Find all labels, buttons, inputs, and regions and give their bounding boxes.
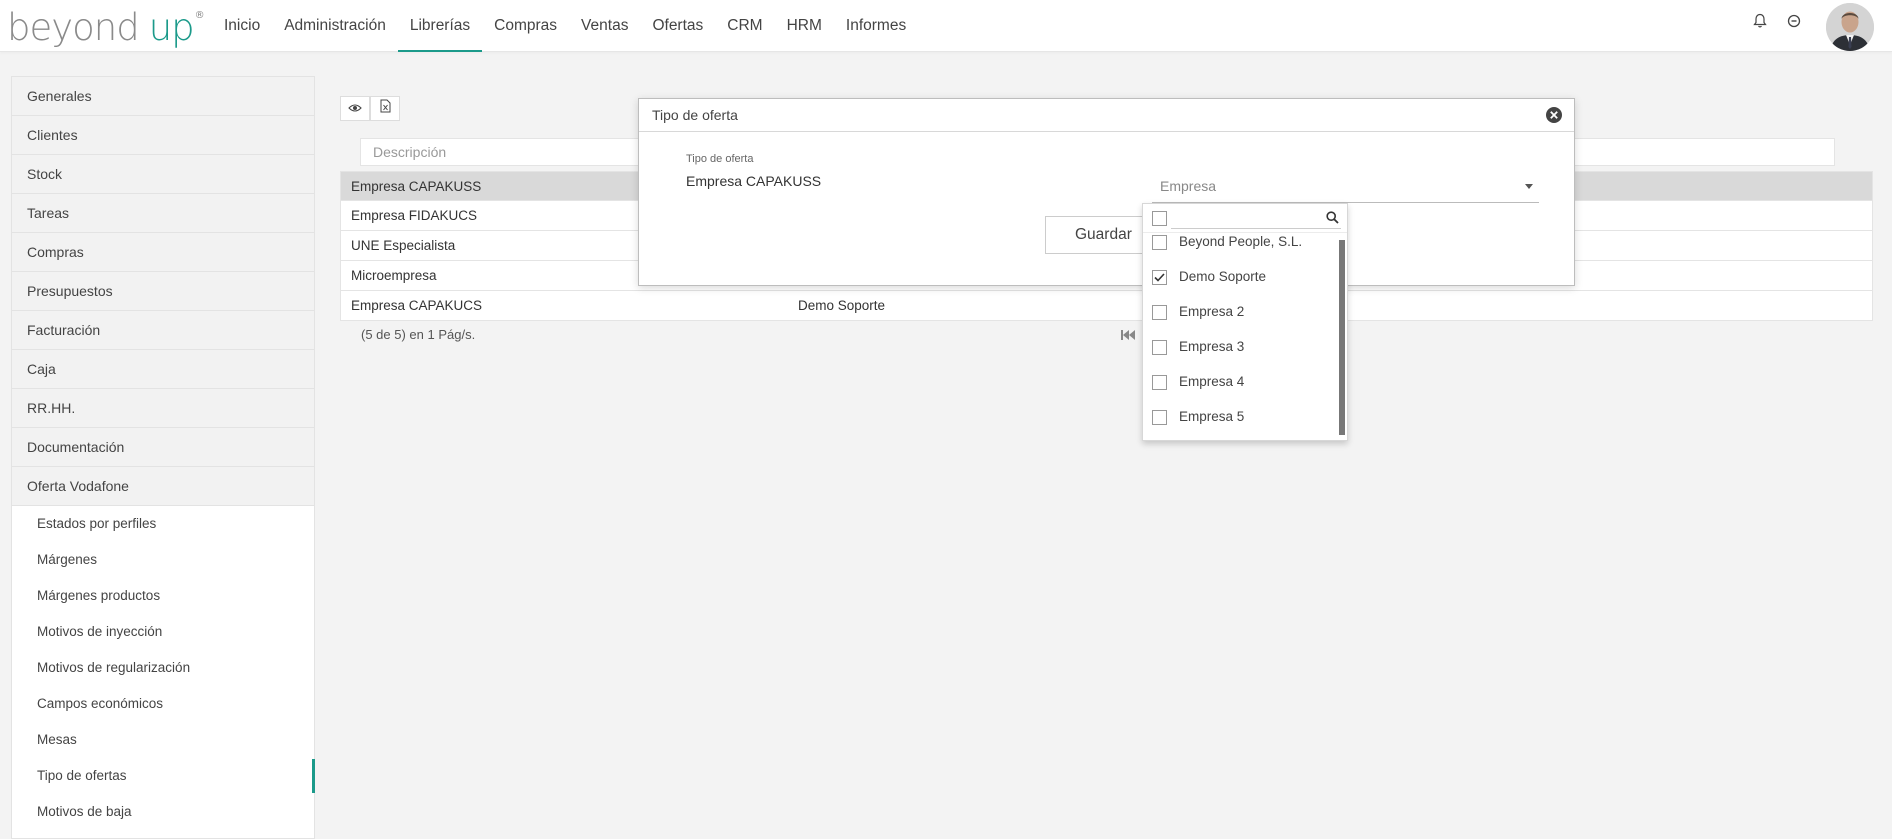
sidebar-subitem-tipo-de-ofertas[interactable]: Tipo de ofertas <box>12 758 315 794</box>
list-item[interactable]: Empresa 4 <box>1143 365 1339 400</box>
export-excel-button[interactable] <box>370 96 400 121</box>
list-item[interactable]: Empresa 5 <box>1143 400 1339 435</box>
list-item[interactable]: Empresa 3 <box>1143 330 1339 365</box>
cell-descripcion: Empresa CAPAKUSS <box>351 179 482 194</box>
list-item[interactable]: Demo Soporte <box>1143 260 1339 295</box>
table-row[interactable]: Empresa CAPAKUCS Demo Soporte <box>340 291 1873 321</box>
check-icon <box>1154 273 1165 282</box>
option-label: Beyond People, S.L. <box>1179 234 1303 249</box>
option-checkbox[interactable] <box>1152 375 1167 390</box>
nav-item-ofertas[interactable]: Ofertas <box>640 0 715 52</box>
main-nav: Inicio Administración Librerías Compras … <box>212 0 918 52</box>
dropdown-search-input[interactable] <box>1171 228 1341 229</box>
company-dropdown: Beyond People, S.L. Demo Soporte Empresa… <box>1142 203 1348 441</box>
sidebar-subitem-margenes[interactable]: Márgenes <box>12 542 314 578</box>
close-icon[interactable] <box>1545 106 1563 124</box>
company-select-placeholder: Empresa <box>1160 178 1217 194</box>
cell-descripcion: UNE Especialista <box>351 238 456 253</box>
pager-info: (5 de 5) en 1 Pág/s. <box>361 327 476 342</box>
option-label: Demo Soporte <box>1179 269 1267 284</box>
sidebar-item-clientes[interactable]: Clientes <box>12 116 314 155</box>
logo-registered-mark: ® <box>194 10 205 21</box>
offer-type-label: Tipo de oferta <box>686 153 754 165</box>
option-label: Empresa 4 <box>1179 374 1245 389</box>
sidebar-item-stock[interactable]: Stock <box>12 155 314 194</box>
logo-word-up: up <box>148 6 195 49</box>
search-icon[interactable] <box>1326 211 1339 229</box>
sidebar-item-compras[interactable]: Compras <box>12 233 314 272</box>
nav-item-informes[interactable]: Informes <box>834 0 918 52</box>
nav-item-ventas[interactable]: Ventas <box>569 0 640 52</box>
bell-icon[interactable] <box>1751 12 1769 30</box>
top-navbar: beyond up ® Inicio Administración Librer… <box>0 0 1892 52</box>
cell-descripcion: Microempresa <box>351 268 437 283</box>
option-checkbox[interactable] <box>1152 410 1167 425</box>
sidebar-subitem-estados-por-perfiles[interactable]: Estados por perfiles <box>12 506 314 542</box>
cell-empresa: Demo Soporte <box>798 298 886 313</box>
company-select[interactable]: Empresa <box>1152 172 1539 203</box>
nav-item-hrm[interactable]: HRM <box>775 0 834 52</box>
cell-descripcion: Empresa CAPAKUCS <box>351 298 483 313</box>
excel-export-icon <box>380 99 391 118</box>
logout-icon[interactable] <box>1785 12 1803 30</box>
dropdown-scrollbar[interactable] <box>1339 240 1345 435</box>
dialog-title: Tipo de oferta <box>639 99 1574 132</box>
user-avatar[interactable] <box>1826 3 1874 51</box>
nav-item-crm[interactable]: CRM <box>715 0 774 52</box>
nav-item-administracion[interactable]: Administración <box>272 0 398 52</box>
sidebar-subitem-motivos-de-inyeccion[interactable]: Motivos de inyección <box>12 614 314 650</box>
sidebar-subitem-motivos-de-baja[interactable]: Motivos de baja <box>12 794 314 830</box>
option-checkbox[interactable] <box>1152 270 1167 285</box>
option-checkbox[interactable] <box>1152 305 1167 320</box>
sidebar-subitem-campos-economicos[interactable]: Campos económicos <box>12 686 314 722</box>
option-checkbox[interactable] <box>1152 235 1167 250</box>
sidebar: Generales Clientes Stock Tareas Compras … <box>11 76 315 839</box>
logo-word-beyond: beyond <box>7 6 140 49</box>
nav-item-inicio[interactable]: Inicio <box>212 0 272 52</box>
sidebar-subitem-mesas[interactable]: Mesas <box>12 722 314 758</box>
cell-descripcion: Empresa FIDAKUCS <box>351 208 478 223</box>
sidebar-item-documentacion[interactable]: Documentación <box>12 428 314 467</box>
list-item[interactable]: Empresa 2 <box>1143 295 1339 330</box>
view-button[interactable] <box>340 96 370 121</box>
offer-type-value[interactable]: Empresa CAPAKUSS <box>686 173 821 189</box>
first-page-icon[interactable] <box>1121 329 1135 343</box>
eye-icon <box>348 100 362 118</box>
option-checkbox[interactable] <box>1152 340 1167 355</box>
option-label: Empresa 3 <box>1179 339 1245 354</box>
select-all-checkbox[interactable] <box>1152 211 1167 226</box>
brand-logo[interactable]: beyond up ® <box>7 6 205 49</box>
sidebar-subitem-margenes-productos[interactable]: Márgenes productos <box>12 578 314 614</box>
sidebar-item-facturacion[interactable]: Facturación <box>12 311 314 350</box>
sidebar-item-generales[interactable]: Generales <box>12 77 314 116</box>
offer-type-dialog: Tipo de oferta Tipo de oferta Empresa CA… <box>638 98 1575 286</box>
sidebar-item-caja[interactable]: Caja <box>12 350 314 389</box>
sidebar-subitem-motivos-de-regularizacion[interactable]: Motivos de regularización <box>12 650 314 686</box>
nav-item-librerias[interactable]: Librerías <box>397 0 483 52</box>
dropdown-search-bar <box>1143 204 1347 233</box>
chevron-down-icon <box>1525 184 1533 189</box>
company-options-list: Beyond People, S.L. Demo Soporte Empresa… <box>1143 225 1339 435</box>
nav-item-compras[interactable]: Compras <box>482 0 569 52</box>
sidebar-item-tareas[interactable]: Tareas <box>12 194 314 233</box>
sidebar-item-presupuestos[interactable]: Presupuestos <box>12 272 314 311</box>
option-label: Empresa 2 <box>1179 304 1245 319</box>
sidebar-item-oferta-vodafone[interactable]: Oferta Vodafone <box>12 467 314 506</box>
grid-toolbar <box>340 96 400 121</box>
sidebar-item-rrhh[interactable]: RR.HH. <box>12 389 314 428</box>
option-label: Empresa 5 <box>1179 409 1245 424</box>
